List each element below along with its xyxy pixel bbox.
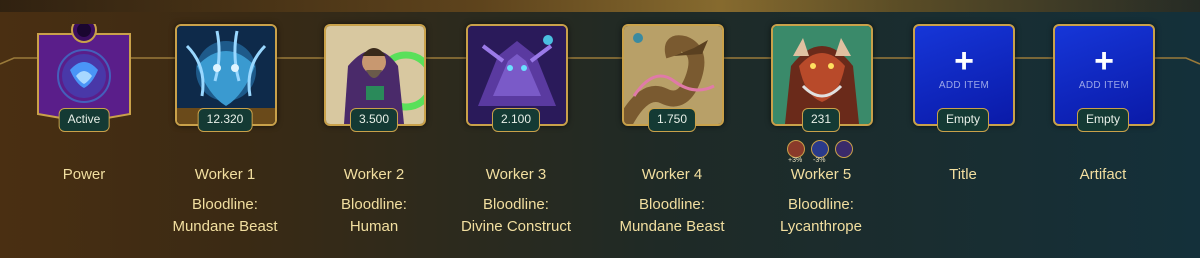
plus-icon: + xyxy=(1094,42,1114,80)
slot-artifact[interactable]: + ADD ITEM Empty Artifact xyxy=(1053,24,1155,224)
slot-worker-4[interactable]: 1.750 Worker 4 Bloodline: Mundane Beast xyxy=(619,24,725,235)
slot-name: Worker 3 xyxy=(485,166,547,183)
add-item-label: ADD ITEM xyxy=(1078,80,1130,91)
status-badge: Empty xyxy=(936,108,990,132)
slot-power[interactable]: Active Power xyxy=(34,17,134,224)
power-value-badge: 3.500 xyxy=(349,108,399,132)
slot-title[interactable]: + ADD ITEM Empty Title xyxy=(913,24,1015,224)
add-item-label: ADD ITEM xyxy=(938,80,990,91)
bloodline-label: Bloodline: xyxy=(483,196,549,213)
power-value-badge: 231 xyxy=(801,108,841,132)
status-badge: Empty xyxy=(1076,108,1130,132)
power-value-badge: 2.100 xyxy=(491,108,541,132)
modifier-text: +3% xyxy=(788,157,803,164)
fire-shield-icon[interactable] xyxy=(787,140,805,158)
potion-icon[interactable] xyxy=(811,140,829,158)
bloodline-value: Divine Construct xyxy=(460,218,572,235)
power-value-badge: 1.750 xyxy=(647,108,697,132)
status-badge: Active xyxy=(58,108,110,132)
power-value-badge: 12.320 xyxy=(197,108,253,132)
plus-icon: + xyxy=(954,42,974,80)
figure-icon[interactable] xyxy=(835,140,853,158)
bloodline-value: Lycanthrope xyxy=(779,218,862,235)
bloodline-label: Bloodline: xyxy=(788,196,854,213)
modifier-text: -3% xyxy=(813,157,826,164)
slot-worker-5[interactable]: 231 +3% -3% Worker 5 Bloodline: Lycanthr… xyxy=(771,24,873,235)
slot-worker-3[interactable]: 2.100 Worker 3 Bloodline: Divine Constru… xyxy=(461,24,571,235)
slot-name: Artifact xyxy=(1079,166,1127,183)
slot-worker-1[interactable]: 12.320 Worker 1 Bloodline: Mundane Beast xyxy=(172,24,278,235)
slot-worker-2[interactable]: 3.500 Worker 2 Bloodline: Human xyxy=(324,24,426,235)
